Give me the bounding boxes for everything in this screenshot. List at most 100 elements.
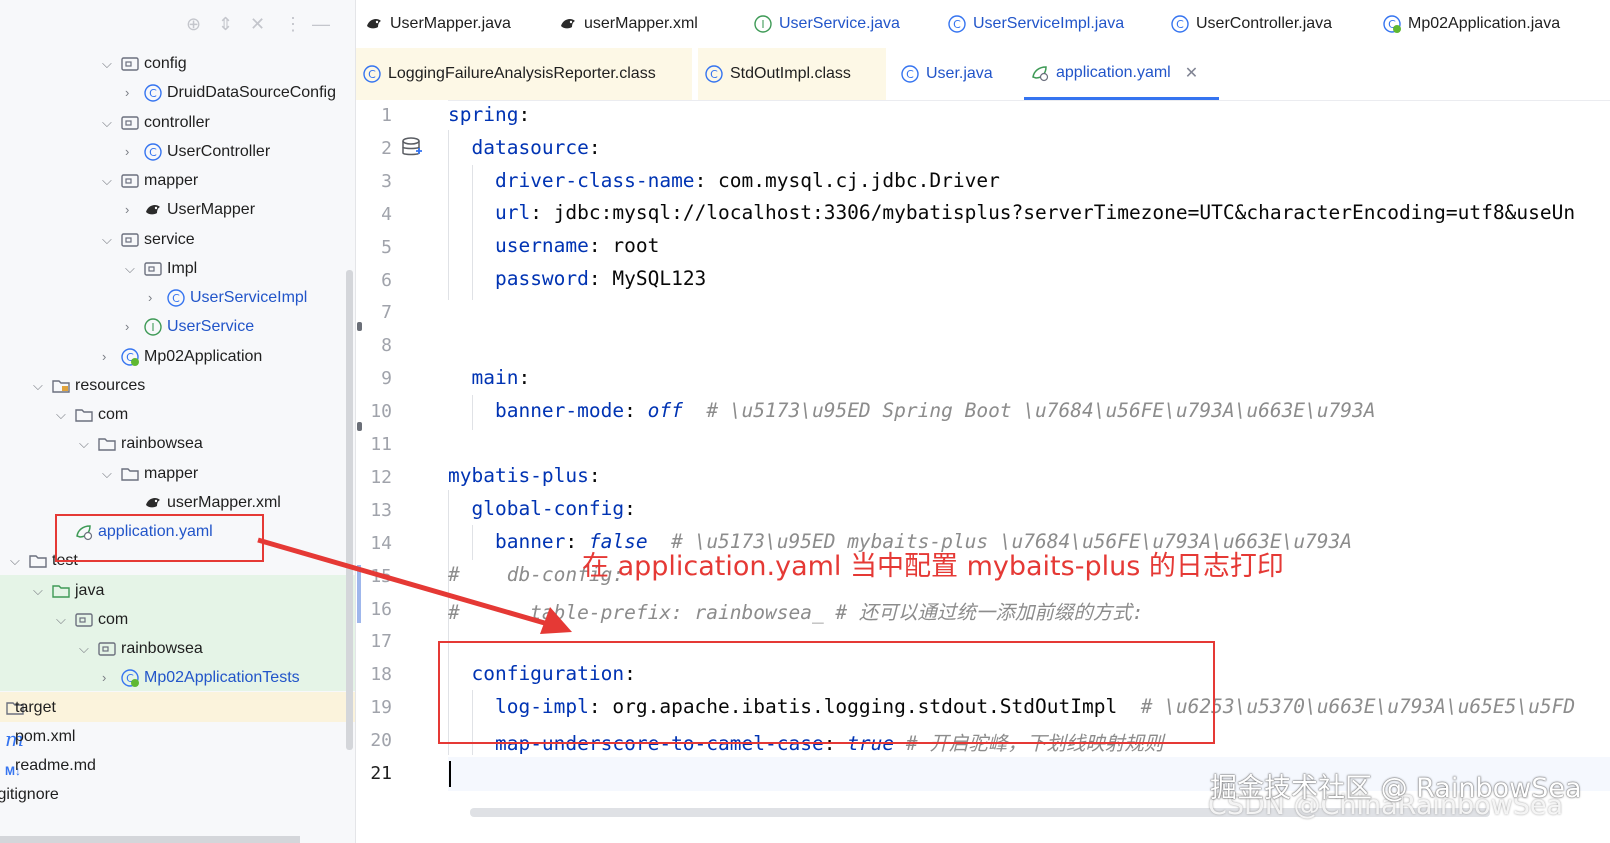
tree-row[interactable]: › C Mp02Application	[0, 342, 355, 372]
yaml-key: url	[494, 201, 531, 224]
chevron-right-icon[interactable]: ›	[102, 663, 106, 693]
yaml-key: username	[494, 234, 589, 257]
tree-row-label: readme.md	[15, 757, 96, 774]
tree-row[interactable]: ⌵ resources	[0, 371, 355, 401]
chevron-right-icon[interactable]: ›	[125, 195, 129, 225]
mybatis-icon	[143, 200, 163, 220]
line-number: 15	[370, 565, 392, 587]
chevron-down-icon[interactable]: ⌵	[102, 166, 112, 196]
editor-tab[interactable]: C StdOutImpl.class	[698, 48, 886, 100]
close-tab-icon[interactable]: ✕	[1185, 63, 1198, 83]
editor-tab-label: UserService.java	[779, 15, 900, 32]
editor-tab[interactable]: UserMapper.java	[358, 0, 548, 48]
class-icon: C	[704, 64, 724, 84]
locate-icon[interactable]: ⊕	[186, 14, 201, 35]
tree-row[interactable]: ⌵ com	[0, 400, 355, 430]
fold-marker[interactable]	[357, 422, 362, 431]
yaml-key: password	[494, 267, 589, 290]
tree-row[interactable]: M↓ readme.md	[0, 751, 355, 781]
tree-row[interactable]: ⌵ java	[0, 576, 355, 606]
chevron-down-icon[interactable]: ⌵	[33, 576, 43, 606]
chevron-down-icon[interactable]: ⌵	[79, 634, 89, 664]
editor-tab[interactable]: application.yaml ✕	[1024, 48, 1219, 100]
tree-row[interactable]: ⌵ mapper	[0, 459, 355, 489]
tree-scrollbar[interactable]	[346, 270, 353, 750]
tree-horizontal-scrollbar[interactable]	[0, 836, 300, 843]
yaml-key: global-config	[471, 497, 625, 520]
tree-row[interactable]: › C UserServiceImpl	[0, 283, 355, 313]
yaml-key: mybatis-plus	[448, 464, 589, 487]
folder-icon	[74, 405, 94, 425]
svg-text:C: C	[1176, 18, 1184, 31]
tree-row-label: .gitignore	[0, 786, 59, 804]
tree-row[interactable]: › C Mp02ApplicationTests	[0, 663, 355, 693]
expand-all-icon[interactable]: ⇕	[218, 14, 233, 35]
chevron-down-icon[interactable]: ⌵	[125, 254, 135, 284]
annotation-box-tree	[55, 514, 264, 562]
chevron-right-icon[interactable]: ›	[125, 137, 129, 167]
tree-row-label: Impl	[167, 259, 198, 277]
code-line-6: password: MySQL123	[494, 267, 707, 290]
tree-row[interactable]: ⌵ config	[0, 49, 355, 79]
yaml-key: banner-mode	[494, 399, 625, 422]
hide-panel-icon[interactable]: —	[312, 14, 330, 35]
collapse-all-icon[interactable]: ✕	[250, 14, 265, 35]
editor-tab[interactable]: C User.java	[894, 48, 1024, 100]
tree-row[interactable]: target	[0, 693, 355, 723]
chevron-down-icon[interactable]: ⌵	[102, 459, 112, 489]
editor-tab[interactable]: C UserServiceImpl.java	[941, 0, 1163, 48]
chevron-right-icon[interactable]: ›	[125, 78, 129, 108]
editor-gutter: 1 2 3 4 5 6 7 8 9 10 11 12 13 14 15 16 17 18 19 20 21	[356, 100, 448, 843]
code-line-16: # table-prefix: rainbowsea_ # 还可以通过统一添加前…	[448, 601, 1144, 624]
tree-row[interactable]: › UserMapper	[0, 195, 355, 225]
package-icon	[120, 230, 140, 250]
tree-row[interactable]: .gitignore	[0, 780, 355, 810]
tree-row[interactable]: m pom.xml	[0, 722, 355, 752]
chevron-right-icon[interactable]: ›	[148, 283, 152, 313]
tree-row[interactable]: ⌵ service	[0, 225, 355, 255]
chevron-down-icon[interactable]: ⌵	[10, 546, 20, 576]
chevron-right-icon[interactable]: ›	[125, 312, 129, 342]
editor-tab[interactable]: userMapper.xml	[552, 0, 747, 48]
chevron-down-icon[interactable]: ⌵	[102, 225, 112, 255]
tree-row[interactable]: › C UserController	[0, 137, 355, 167]
svg-text:C: C	[906, 68, 914, 81]
editor-tab-label: UserServiceImpl.java	[973, 15, 1125, 32]
chevron-down-icon[interactable]: ⌵	[102, 49, 112, 79]
tree-row[interactable]: ⌵ com	[0, 605, 355, 635]
tree-row[interactable]: › I UserService	[0, 312, 355, 342]
chevron-down-icon[interactable]: ⌵	[56, 400, 66, 430]
chevron-right-icon[interactable]: ›	[102, 342, 106, 372]
more-options-icon[interactable]: ⋮	[284, 14, 302, 35]
line-number: 1	[381, 105, 392, 126]
code-line-4: url: jdbc:mysql://localhost:3306/mybatis…	[494, 201, 1576, 224]
chevron-down-icon[interactable]: ⌵	[79, 429, 89, 459]
class-icon: C	[1170, 14, 1190, 34]
class-icon: C	[143, 83, 163, 103]
editor-tab[interactable]: C Mp02Application.java	[1376, 0, 1610, 48]
tree-row[interactable]: ⌵ rainbowsea	[0, 634, 355, 664]
tree-row-label: rainbowsea	[121, 640, 203, 657]
chevron-down-icon[interactable]: ⌵	[56, 605, 66, 635]
tree-row[interactable]: ⌵ Impl	[0, 254, 355, 284]
editor-tab[interactable]: C UserController.java	[1164, 0, 1374, 48]
tree-row[interactable]: ⌵ mapper	[0, 166, 355, 196]
chevron-down-icon[interactable]: ⌵	[102, 108, 112, 138]
yaml-key: datasource	[471, 136, 589, 159]
vcs-change-marker[interactable]	[357, 565, 361, 623]
mybatis-icon	[143, 493, 163, 513]
chevron-down-icon[interactable]: ⌵	[33, 371, 43, 401]
mybatis-icon	[364, 14, 384, 34]
editor-tab[interactable]: I UserService.java	[747, 0, 942, 48]
editor-tab-label: Mp02Application.java	[1408, 15, 1561, 32]
fold-marker[interactable]	[357, 322, 362, 331]
editor-tab-label: application.yaml	[1056, 63, 1171, 81]
tree-row[interactable]: ⌵ rainbowsea	[0, 429, 355, 459]
database-icon[interactable]	[401, 136, 423, 160]
tree-row[interactable]: ⌵ controller	[0, 108, 355, 138]
class-icon: C	[900, 64, 920, 84]
editor-tab[interactable]: C LoggingFailureAnalysisReporter.class	[356, 48, 692, 100]
tree-row[interactable]: › C DruidDataSourceConfig	[0, 78, 355, 108]
project-tree: ⊕ ⇕ ✕ ⋮ — ⌵ config › C DruidDataSourceConfig…	[0, 0, 356, 843]
tree-row-label: target	[15, 698, 56, 716]
